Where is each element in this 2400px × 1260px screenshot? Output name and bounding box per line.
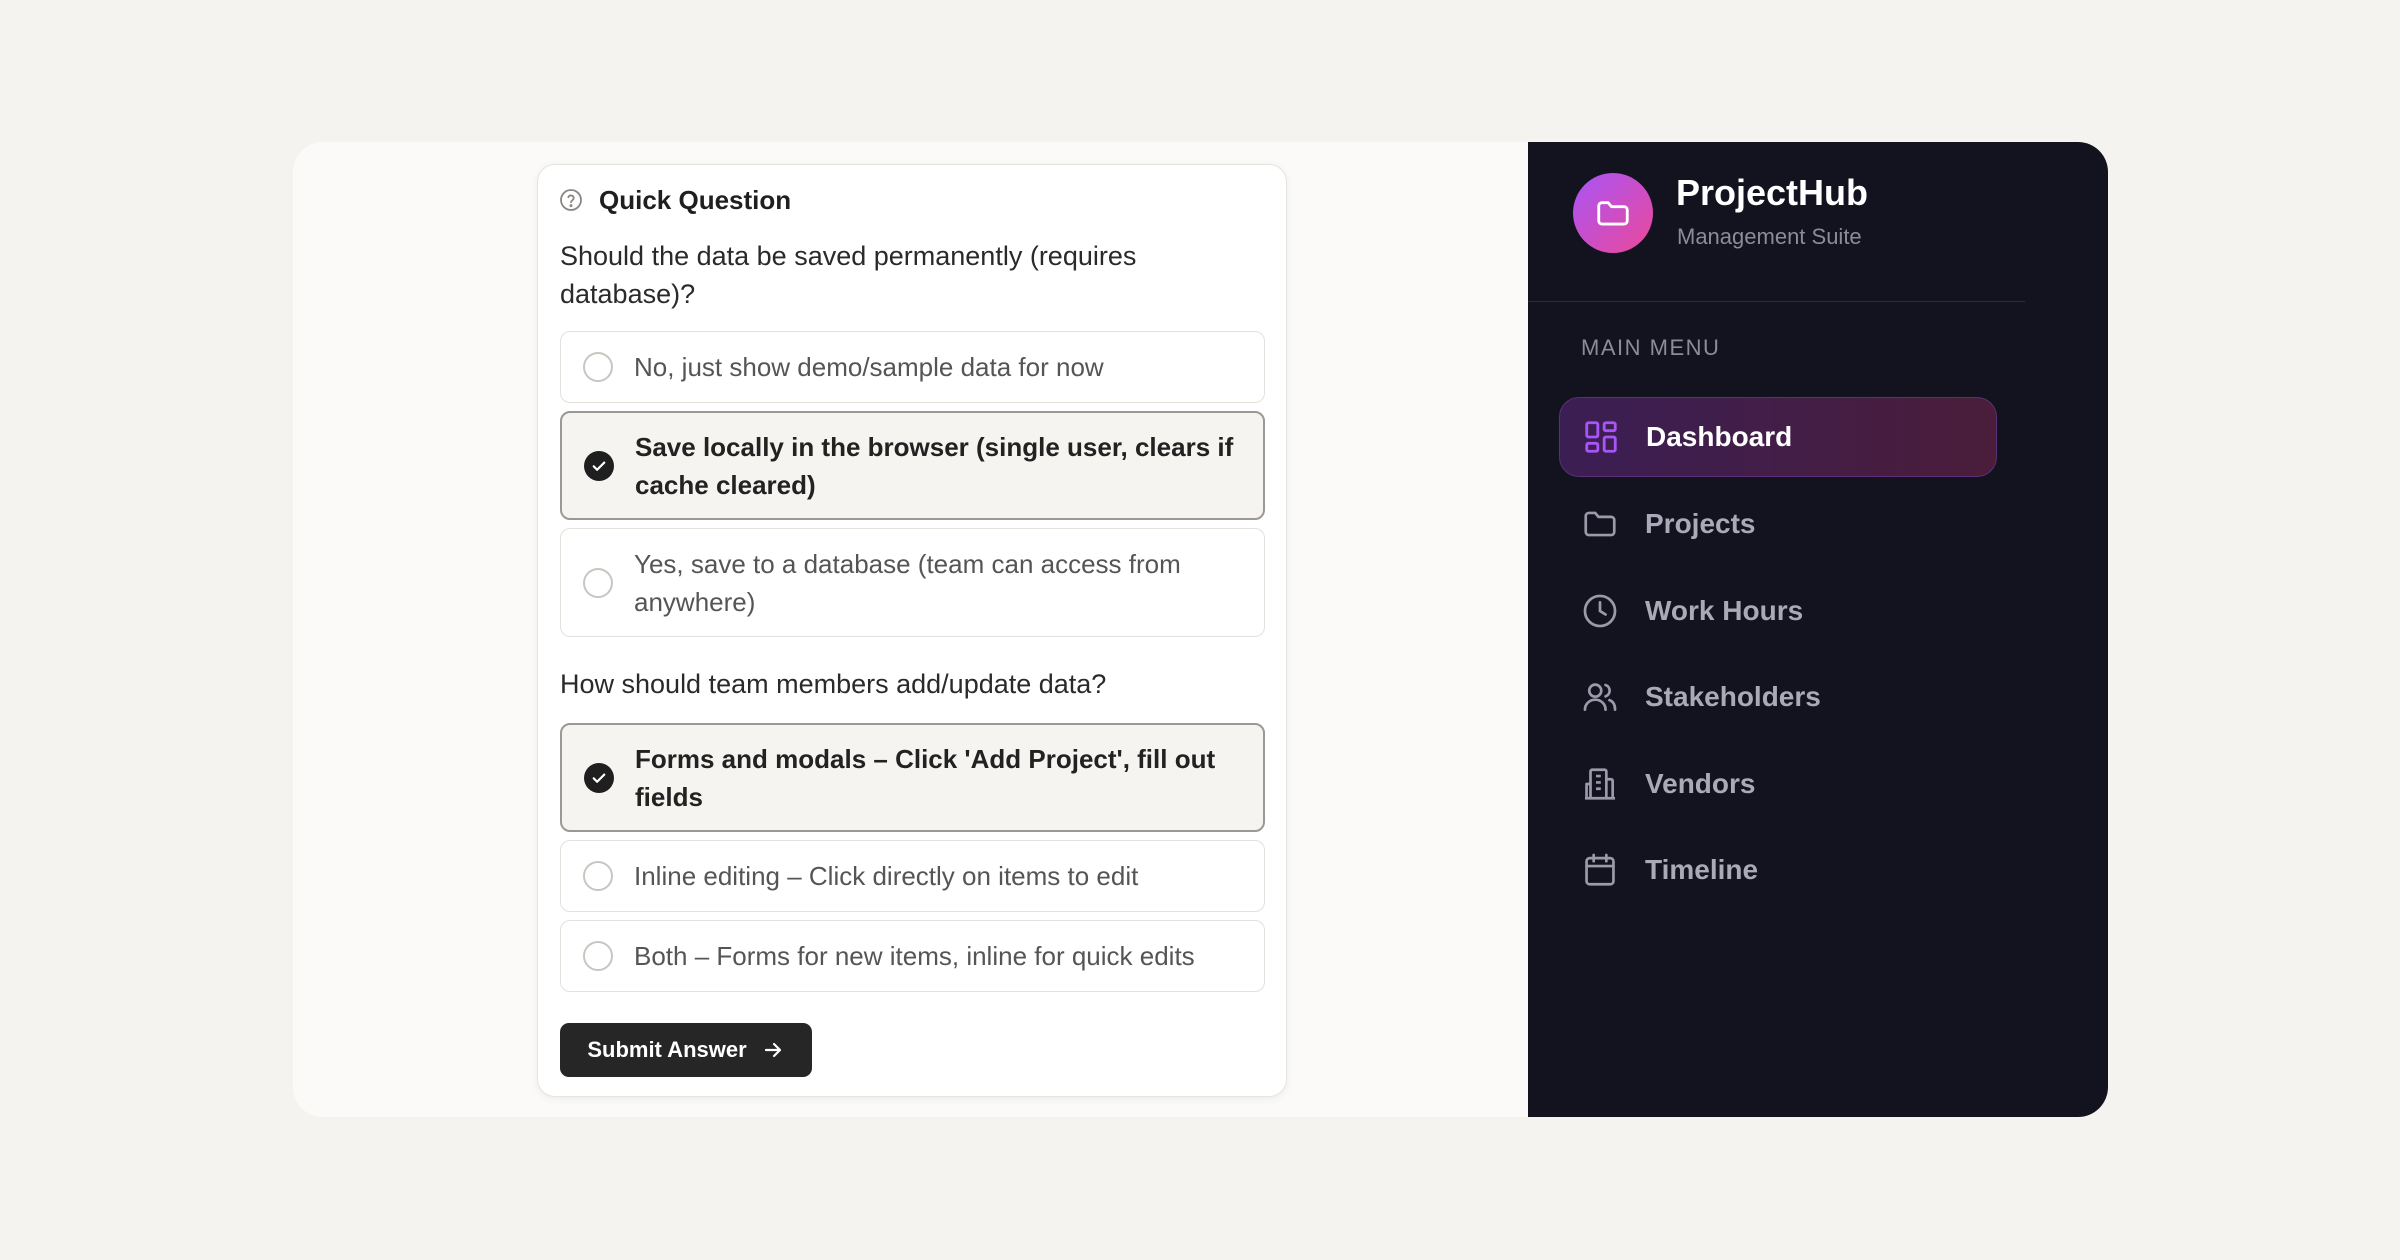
- radio-unchecked[interactable]: [583, 352, 613, 382]
- nav-label: Vendors: [1645, 768, 1756, 799]
- folder-icon: [1584, 511, 1616, 537]
- sidebar: ProjectHub Management Suite MAIN MENU Da…: [1528, 142, 2108, 1117]
- card-header: Quick Question: [559, 181, 791, 219]
- submit-label: Submit Answer: [587, 1037, 747, 1062]
- app-logo: [1573, 173, 1653, 253]
- help-circle-icon: [560, 189, 582, 211]
- option-label: No, just show demo/sample data for now: [634, 352, 1104, 382]
- brand-subtitle: Management Suite: [1677, 224, 1862, 249]
- nav-label: Timeline: [1645, 854, 1759, 885]
- option-label: Forms and modals – Click 'Add Project', …: [635, 743, 1216, 812]
- building-icon: [1584, 768, 1616, 800]
- check-icon: [592, 773, 606, 783]
- option-inline-editing[interactable]: Inline editing – Click directly on items…: [560, 840, 1265, 912]
- folder-icon: [1597, 201, 1629, 226]
- main-pane: Quick Question Should the data be saved …: [293, 142, 1528, 1117]
- option-label: Both – Forms for new items, inline for q…: [634, 941, 1195, 971]
- sidebar-item-dashboard[interactable]: Dashboard: [1559, 397, 1997, 477]
- option-local-storage[interactable]: Save locally in the browser (single user…: [560, 411, 1265, 520]
- sidebar-divider: [1528, 301, 2025, 302]
- nav-label: Stakeholders: [1645, 681, 1821, 712]
- option-label: Save locally in the browser (single user…: [635, 431, 1234, 500]
- option-both[interactable]: Both – Forms for new items, inline for q…: [560, 920, 1265, 992]
- check-icon: [592, 461, 606, 471]
- nav-label: Dashboard: [1646, 421, 1793, 452]
- sidebar-item-work-hours[interactable]: Work Hours: [1559, 571, 1997, 651]
- nav-label: Projects: [1645, 508, 1756, 539]
- option-label: Yes, save to a database (team can access…: [634, 548, 1181, 617]
- card-title: Quick Question: [599, 184, 792, 215]
- sidebar-item-projects[interactable]: Projects: [1559, 484, 1997, 564]
- radio-unchecked[interactable]: [583, 861, 613, 891]
- radio-checked[interactable]: [584, 450, 614, 481]
- arrow-right-icon: [764, 1042, 781, 1058]
- radio-unchecked[interactable]: [583, 567, 613, 598]
- sidebar-item-stakeholders[interactable]: Stakeholders: [1559, 657, 1997, 737]
- sidebar-item-timeline[interactable]: Timeline: [1559, 830, 1997, 910]
- app-frame: Quick Question Should the data be saved …: [293, 142, 2108, 1117]
- sidebar-item-vendors[interactable]: Vendors: [1559, 744, 1997, 824]
- question-storage: Should the data be saved permanently (re…: [560, 241, 1137, 309]
- radio-unchecked[interactable]: [583, 941, 613, 971]
- radio-checked[interactable]: [584, 762, 614, 793]
- dashboard-icon: [1585, 421, 1617, 453]
- clock-icon: [1583, 594, 1617, 628]
- quick-question-card: Quick Question Should the data be saved …: [537, 164, 1287, 1097]
- calendar-icon: [1585, 853, 1615, 886]
- submit-answer-button[interactable]: Submit Answer: [560, 1023, 812, 1077]
- question-editing: How should team members add/update data?: [560, 669, 1107, 699]
- brand-name: ProjectHub: [1676, 172, 1869, 213]
- option-forms-modals[interactable]: Forms and modals – Click 'Add Project', …: [560, 723, 1265, 832]
- nav-label: Work Hours: [1645, 595, 1804, 626]
- menu-heading: MAIN MENU: [1581, 335, 1721, 360]
- option-database[interactable]: Yes, save to a database (team can access…: [560, 528, 1265, 637]
- option-label: Inline editing – Click directly on items…: [634, 861, 1139, 891]
- option-demo-data[interactable]: No, just show demo/sample data for now: [560, 331, 1265, 403]
- users-icon: [1583, 683, 1617, 712]
